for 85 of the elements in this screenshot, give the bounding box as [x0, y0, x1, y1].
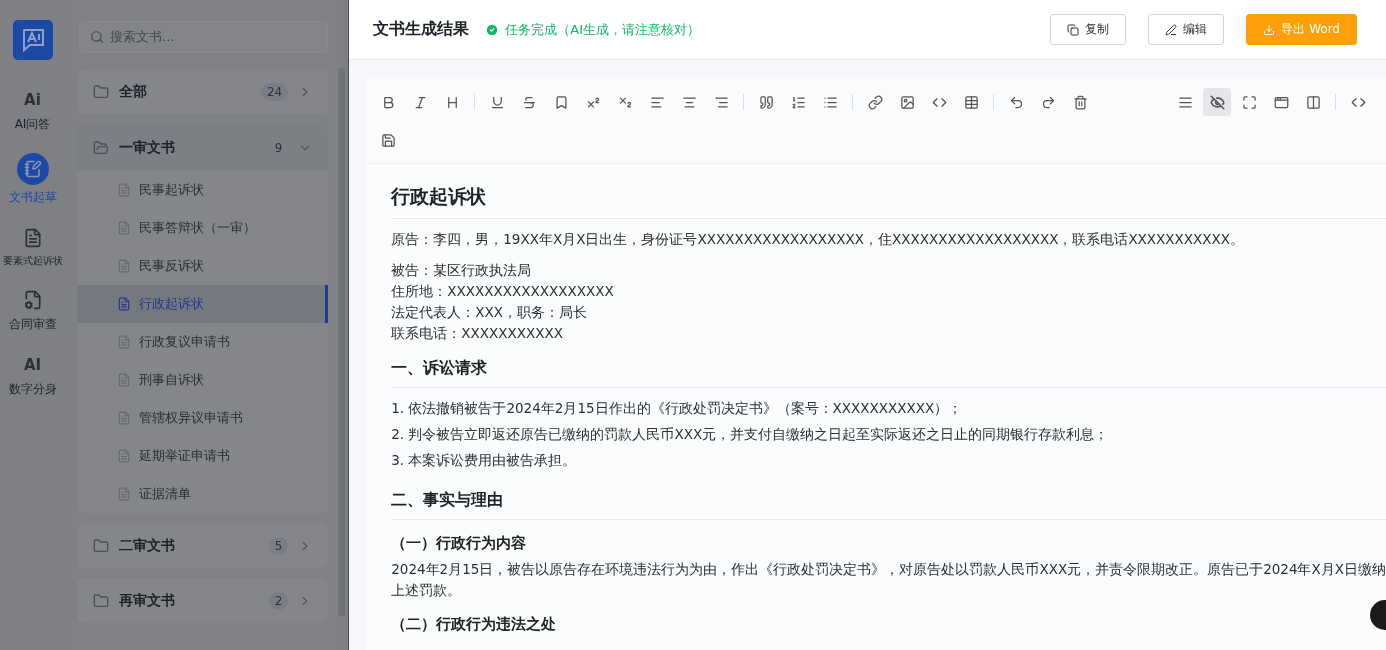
- paragraph-line: 法定代表人：XXX，职务：局长: [391, 303, 588, 322]
- check-icon: [485, 22, 500, 37]
- folder-icon: [93, 537, 109, 554]
- bullet-list-icon: [822, 94, 838, 110]
- align-left-icon: [649, 94, 665, 110]
- document-item[interactable]: 延期举证申请书: [77, 437, 329, 475]
- document-item[interactable]: 民事起诉状: [77, 171, 329, 209]
- window-icon: [1273, 94, 1289, 110]
- list-item: 2. 判令被告立即返还原告已缴纳的罚款人民币XXX元，并支付自缴纳之日起至实际返还之日止的同期银行存款利息；: [391, 425, 1110, 444]
- eye-off-button[interactable]: [1203, 88, 1231, 116]
- folder-header[interactable]: 全部 24: [77, 69, 329, 114]
- panel-title: 文书生成结果: [373, 19, 470, 40]
- link-icon: [867, 94, 883, 110]
- folder-header[interactable]: 再审文书 2: [77, 578, 329, 623]
- underline-icon: [489, 94, 505, 110]
- quote-icon: [758, 94, 774, 110]
- copy-icon: [1067, 23, 1080, 36]
- file-icon: [117, 221, 131, 235]
- fullscreen-icon: [1241, 94, 1257, 110]
- document-item[interactable]: 证据清单: [77, 475, 329, 513]
- superscript-icon: [585, 94, 601, 110]
- export-button[interactable]: 导出 Word: [1246, 14, 1357, 45]
- app-logo[interactable]: [12, 20, 53, 60]
- file-icon: [117, 449, 131, 463]
- folder-header[interactable]: 一审文书 9: [77, 124, 329, 171]
- document-item[interactable]: 行政复议申请书: [77, 323, 329, 361]
- paragraph-line: 上述罚款。: [391, 581, 463, 600]
- list-item: 1. 依法撤销被告于2024年2月15日作出的《行政处罚决定书》（案号：XXXXXXXXXXX）；: [391, 399, 964, 418]
- table-icon: [963, 94, 979, 110]
- nav-item[interactable]: 文书起草: [0, 153, 65, 206]
- align-right-icon: [713, 94, 729, 110]
- folder-icon: [93, 592, 109, 609]
- document-icon: [16, 153, 49, 185]
- bookmark-icon: [553, 94, 569, 110]
- menu-icon: [1177, 94, 1193, 110]
- status-text: 任务完成（AI生成，请注意核对）: [485, 20, 1029, 39]
- split-view-icon: [1305, 94, 1321, 110]
- redo-icon: [1040, 94, 1056, 110]
- folder-icon: [93, 139, 109, 156]
- paragraph-line: 原告：李四，男，19XX年X月X日出生，身份证号XXXXXXXXXXXXXXXXXX，住XXXXXXXXXXXXXXXXXX，联系电话XXXXXXXXXXX。: [391, 230, 1246, 249]
- document-title: 行政起诉状: [391, 184, 1386, 219]
- eye-off-icon: [1209, 94, 1225, 110]
- align-center-icon: [681, 94, 697, 110]
- subsection-heading: （一）行政行为内容: [391, 534, 528, 553]
- copy-button[interactable]: 复制: [1050, 14, 1127, 45]
- file-icon: [117, 487, 131, 501]
- undo-icon: [1008, 94, 1024, 110]
- folder-icon: [93, 83, 109, 100]
- nav-item[interactable]: AI 数字分身: [0, 353, 65, 398]
- document-item[interactable]: 管辖权异议申请书: [77, 399, 329, 437]
- delete-icon: [1072, 94, 1088, 110]
- edit-button[interactable]: 编辑: [1148, 14, 1225, 45]
- document-item[interactable]: 行政起诉状: [77, 285, 329, 323]
- nav-item[interactable]: 合同审查: [0, 288, 65, 333]
- list-item: 3. 本案诉讼费用由被告承担。: [391, 451, 578, 470]
- file-icon: [117, 297, 131, 311]
- subsection-heading: （二）行政行为违法之处: [391, 615, 558, 634]
- folder-header[interactable]: 二审文书 5: [77, 523, 329, 568]
- save-icon: [380, 132, 396, 148]
- paragraph-line: 住所地：XXXXXXXXXXXXXXXXXX: [391, 282, 615, 301]
- ai-icon: AI: [20, 353, 45, 377]
- italic-icon: [412, 94, 428, 110]
- subscript-icon: [617, 94, 633, 110]
- file-icon: [117, 373, 131, 387]
- file-icon: [117, 335, 131, 349]
- document-item[interactable]: 民事反诉状: [77, 247, 329, 285]
- image-icon: [899, 94, 915, 110]
- file-icon: [117, 259, 131, 273]
- pen-icon: [1165, 23, 1178, 36]
- paragraph-line: 联系电话：XXXXXXXXXXX: [391, 324, 564, 343]
- download-icon: [1263, 23, 1276, 36]
- search-icon: [90, 30, 104, 44]
- nav-item[interactable]: 要素式起诉状: [0, 226, 65, 268]
- section-heading: 二、事实与理由: [391, 490, 1386, 520]
- nav-item[interactable]: Ai AI问答: [0, 88, 65, 133]
- file-icon: [117, 411, 131, 425]
- ai-icon: Ai: [20, 88, 45, 112]
- file-icon: [117, 183, 131, 197]
- strikethrough-icon: [521, 94, 537, 110]
- section-heading: 一、诉讼请求: [391, 358, 1386, 388]
- paragraph-line: 被告：某区行政执法局: [391, 261, 533, 280]
- numbered-list-icon: [790, 94, 806, 110]
- paragraph-line: 2024年2月15日，被告以原告存在环境违法行为为由，作出《行政处罚决定书》，对原告处以罚款人民币XXX元，并责令限期改正。原告已于2024年X月X日缴纳: [391, 560, 1386, 579]
- document-item[interactable]: 刑事自诉状: [77, 361, 329, 399]
- search-field[interactable]: 搜索文书...: [79, 21, 329, 53]
